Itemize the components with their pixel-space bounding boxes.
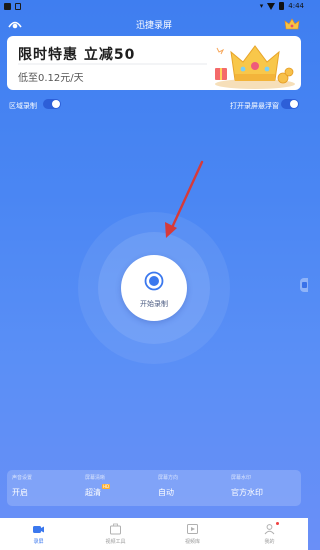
floating-side-tab[interactable] bbox=[300, 278, 308, 292]
tab-label: 录屏 bbox=[33, 539, 44, 545]
title-bar: 迅捷录屏 bbox=[0, 14, 308, 34]
tab-label: 视频库 bbox=[184, 539, 200, 545]
system-icons: ▾ 4:44 bbox=[260, 2, 304, 10]
setting-value: 开启 bbox=[12, 488, 28, 497]
region-record-label: 区域录制 bbox=[9, 102, 37, 110]
notification-dot bbox=[276, 522, 279, 525]
status-time: 4:44 bbox=[288, 2, 304, 10]
wifi-icon: ▾ bbox=[259, 2, 264, 10]
video-library-icon bbox=[187, 524, 198, 534]
start-record-label: 开始录制 bbox=[140, 300, 168, 308]
floating-record-icon bbox=[302, 282, 307, 288]
quality-setting[interactable]: 屏幕清晰 超清 HD bbox=[80, 470, 153, 506]
hd-badge: HD bbox=[102, 484, 111, 489]
profile-icon bbox=[264, 524, 275, 535]
tab-video-library[interactable]: 视频库 bbox=[154, 518, 231, 550]
setting-label: 声音设置 bbox=[12, 475, 33, 481]
bottom-tab-bar: 录屏 视频工具 视频库 我的 bbox=[0, 518, 308, 550]
sd-card-icon bbox=[15, 3, 21, 10]
promo-banner[interactable]: 限时特惠 立减50 低至0.12元/天 bbox=[7, 36, 301, 90]
crown-icon[interactable] bbox=[284, 17, 300, 31]
banner-subtitle: 低至0.12元/天 bbox=[18, 73, 84, 84]
notification-icons bbox=[4, 3, 21, 10]
watermark-setting[interactable]: 屏幕水印 官方水印 bbox=[226, 470, 299, 506]
toolbox-icon bbox=[110, 523, 121, 535]
tab-label: 视频工具 bbox=[105, 539, 126, 545]
crown-gift-illustration bbox=[215, 45, 295, 89]
region-record-switch[interactable] bbox=[43, 99, 61, 109]
tab-label: 我的 bbox=[264, 539, 275, 545]
tab-video-tools[interactable]: 视频工具 bbox=[77, 518, 154, 550]
sound-setting[interactable]: 声音设置 开启 bbox=[7, 470, 80, 506]
orientation-setting[interactable]: 屏幕方向 自动 bbox=[153, 470, 226, 506]
start-record-button[interactable]: 开始录制 bbox=[121, 255, 187, 321]
banner-title: 限时特惠 立减50 bbox=[18, 47, 136, 63]
toggle-row: 区域录制 打开录屏悬浮窗 bbox=[0, 98, 308, 114]
setting-label: 屏幕水印 bbox=[231, 475, 252, 481]
setting-label: 屏幕清晰 bbox=[85, 475, 106, 481]
record-icon bbox=[144, 271, 164, 291]
tab-record[interactable]: 录屏 bbox=[0, 518, 77, 550]
setting-value: 超清 bbox=[85, 488, 101, 497]
record-settings-panel: 声音设置 开启 屏幕清晰 超清 HD 屏幕方向 自动 屏幕水印 官方水印 bbox=[7, 470, 301, 506]
signal-icon bbox=[267, 2, 276, 10]
app-notification-icon bbox=[4, 3, 11, 10]
camera-icon bbox=[33, 526, 44, 533]
floating-window-label: 打开录屏悬浮窗 bbox=[230, 102, 279, 110]
red-arrow-annotation bbox=[165, 160, 204, 238]
setting-value: 官方水印 bbox=[231, 488, 263, 497]
battery-icon bbox=[279, 2, 285, 10]
setting-value: 自动 bbox=[158, 488, 174, 497]
floating-window-switch[interactable] bbox=[281, 99, 299, 109]
setting-label: 屏幕方向 bbox=[158, 475, 179, 481]
status-bar: ▾ 4:44 bbox=[0, 0, 308, 14]
tab-profile[interactable]: 我的 bbox=[231, 518, 308, 550]
page-title: 迅捷录屏 bbox=[135, 21, 172, 31]
